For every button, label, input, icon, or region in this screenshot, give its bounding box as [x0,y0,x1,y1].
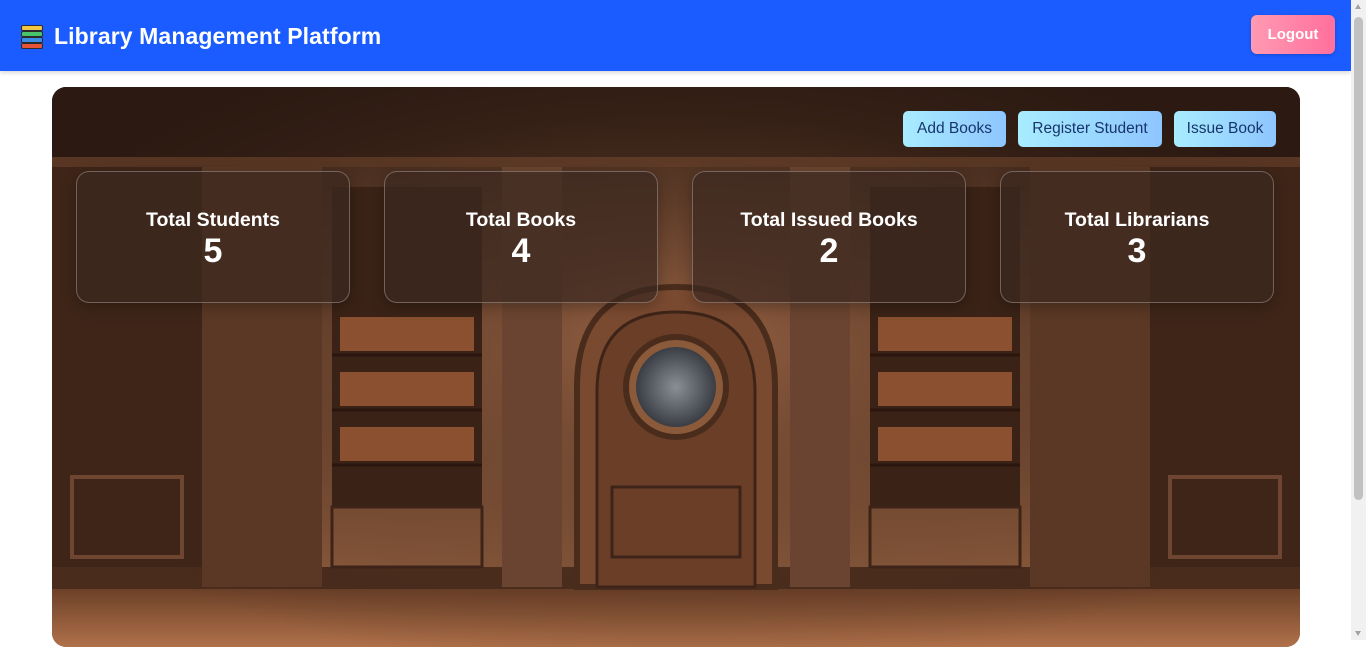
stat-value: 4 [511,232,531,270]
scroll-down-arrow-icon[interactable] [1355,631,1361,636]
stat-label: Total Students [146,209,280,231]
stat-value: 5 [203,232,223,270]
issue-book-button[interactable]: Issue Book [1174,111,1276,147]
dashboard-hero: Add Books Register Student Issue Book To… [52,87,1300,647]
stat-value: 2 [819,232,839,270]
stat-label: Total Issued Books [740,209,918,231]
add-books-button[interactable]: Add Books [903,111,1006,147]
stat-card-librarians: Total Librarians 3 [1000,171,1274,303]
stat-label: Total Librarians [1064,209,1210,231]
register-student-button[interactable]: Register Student [1018,111,1162,147]
stat-value: 3 [1127,232,1147,270]
books-stack-icon [19,24,45,50]
top-navbar: Library Management Platform Logout [0,0,1351,71]
app-title: Library Management Platform [54,23,382,49]
stat-card-students: Total Students 5 [76,171,350,303]
brand: Library Management Platform [19,23,381,50]
stat-card-books: Total Books 4 [384,171,658,303]
scroll-up-arrow-icon[interactable] [1355,4,1361,9]
logout-button[interactable]: Logout [1251,15,1335,54]
stat-label: Total Books [465,209,577,231]
scrollbar-thumb[interactable] [1354,17,1363,500]
vertical-scrollbar[interactable] [1351,0,1366,640]
stat-card-issued-books: Total Issued Books 2 [692,171,966,303]
